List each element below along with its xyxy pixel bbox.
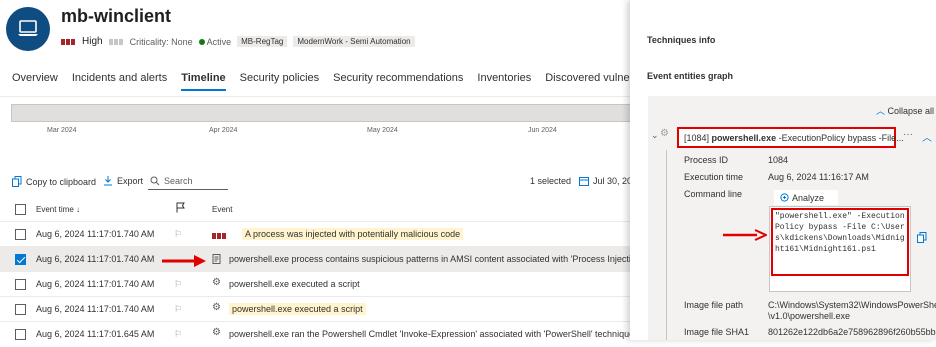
date-range-picker[interactable]: Jul 30, 20 [579,176,632,186]
image-path-label: Image file path [684,300,744,310]
device-avatar [6,7,50,51]
more-options-icon[interactable]: ··· [903,129,913,140]
annotation-arrow-icon [162,255,206,267]
selected-count: 1 selected [530,176,572,186]
collapse-all-button[interactable]: ︿ Collapse all [876,104,934,117]
device-tag[interactable]: MB-RegTag [237,36,288,47]
command-line-label: Command line [684,189,743,199]
tabs-divider [0,96,640,97]
analyze-icon [780,193,789,202]
row-checkbox[interactable] [15,329,26,340]
gear-icon: ⚙ [212,302,221,313]
event-description: powershell.exe executed a script [229,303,366,315]
device-tabs: Overview Incidents and alerts Timeline S… [12,72,684,91]
event-description: powershell.exe process contains suspicio… [229,254,643,264]
tab-security-policies[interactable]: Security policies [240,72,319,91]
event-description: A process was injected with potentially … [242,228,464,240]
timeline-month: Mar 2024 [47,127,77,134]
execution-time-value: Aug 6, 2024 11:16:17 AM [768,172,869,182]
execution-time-label: Execution time [684,172,744,182]
script-icon [212,254,222,266]
image-path-value-1: C:\Windows\System32\WindowsPowerShell [768,300,936,310]
device-meta: High Criticality: None Active MB-RegTag … [61,36,415,47]
criticality: Criticality: None [129,36,193,47]
entities-graph-heading[interactable]: Event entities graph [647,71,733,81]
search-input[interactable]: Search [148,172,228,190]
event-description: powershell.exe ran the Powershell Cmdlet… [229,329,635,339]
table-row[interactable]: Aug 6, 2024 11:17:01.740 AM ⚐ A process … [0,222,630,247]
analyze-button[interactable]: Analyze [774,190,838,205]
flag-icon[interactable]: ⚐ [174,279,182,290]
tab-security-recommendations[interactable]: Security recommendations [333,72,463,91]
tab-incidents-alerts[interactable]: Incidents and alerts [72,72,167,91]
image-sha1-label: Image file SHA1 [684,327,750,337]
command-line-textbox[interactable]: "powershell.exe" -ExecutionPolicy bypass… [769,206,911,292]
row-checkbox[interactable] [15,229,26,240]
severity-icon [212,231,227,241]
chevron-up-icon: ︿ [876,106,886,116]
gear-icon: ⚙ [660,128,669,139]
row-checkbox[interactable] [15,279,26,290]
process-id-value: 1084 [768,155,789,165]
download-icon [104,176,112,186]
flag-icon[interactable]: ⚐ [174,229,182,240]
device-tag[interactable]: ModernWork - Semi Automation [293,36,415,47]
row-checkbox[interactable] [15,304,26,315]
table-row[interactable]: Aug 6, 2024 11:17:01.740 AM ⚐ ⚙ powershe… [0,272,630,297]
copy-icon [12,176,22,187]
annotation-arrow-icon [723,229,767,241]
status-dot-icon [198,38,205,45]
table-row[interactable]: Aug 6, 2024 11:17:01.645 AM ⚐ ⚙ powershe… [0,322,634,347]
gear-icon: ⚙ [212,277,221,288]
gear-icon: ⚙ [212,327,221,338]
process-header[interactable]: [1084] powershell.exe -ExecutionPolicy b… [677,127,904,148]
table-header: Event time ↓ Event [0,198,630,222]
timeline-month: Jun 2024 [528,127,557,134]
device-name: mb-winclient [61,6,172,26]
search-icon [150,176,160,185]
event-time-header[interactable]: Event time ↓ [36,205,80,214]
flag-icon[interactable]: ⚐ [174,304,182,315]
image-sha1-value: 801262e122db6a2e758962896f260b55bbd [768,327,936,337]
risk-level-icon [61,37,76,47]
timeline-month: May 2024 [367,127,398,134]
calendar-icon [579,177,589,186]
tab-inventories[interactable]: Inventories [477,72,531,91]
timeline-range-bar[interactable] [11,104,636,122]
flag-icon[interactable]: ⚐ [174,329,182,340]
tree-line [666,150,667,340]
techniques-info-heading[interactable]: Techniques info [647,35,715,45]
tab-overview[interactable]: Overview [12,72,58,91]
laptop-icon [18,20,38,36]
risk-level: High [82,36,103,47]
copy-to-clipboard-button[interactable]: Copy to clipboard [12,176,96,187]
table-row-selected[interactable]: Aug 6, 2024 11:17:01.740 AM powershell.e… [0,247,643,272]
event-description: powershell.exe executed a script [229,279,360,289]
status: Active [198,37,231,47]
criticality-icon [108,37,124,47]
table-row[interactable]: Aug 6, 2024 11:17:01.740 AM ⚐ ⚙ powershe… [0,297,630,322]
process-id-label: Process ID [684,155,729,165]
select-all-checkbox[interactable] [15,204,26,215]
flag-header-icon [176,202,185,215]
chevron-up-icon[interactable]: ︿ [922,129,932,144]
event-header[interactable]: Event [212,205,232,214]
row-checkbox[interactable] [15,254,26,265]
copy-icon[interactable] [917,232,927,245]
chevron-down-icon[interactable]: ⌄ [651,130,659,141]
timeline-month: Apr 2024 [209,127,238,134]
tab-timeline[interactable]: Timeline [181,72,226,91]
export-button[interactable]: Export [103,176,143,186]
image-path-value-2: \v1.0\powershell.exe [768,311,851,321]
